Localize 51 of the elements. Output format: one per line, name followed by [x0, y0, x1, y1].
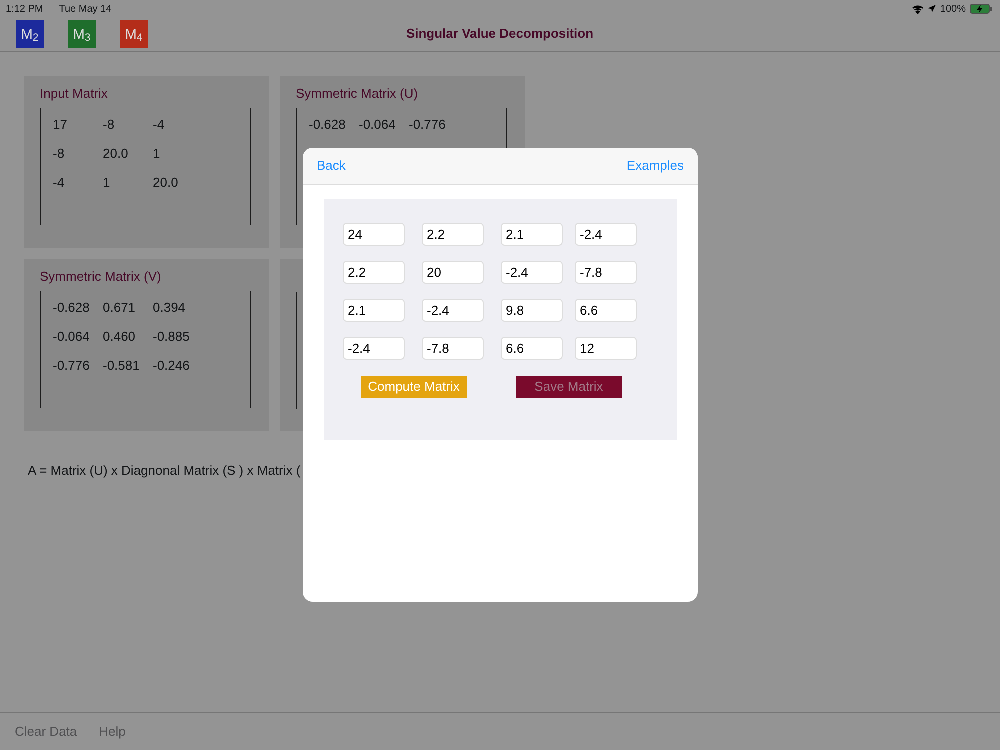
- matrix-value: -4: [153, 116, 166, 134]
- matrix-value: -0.776: [409, 116, 447, 134]
- matrix-size-button[interactable]: M$_{4}$: [120, 20, 148, 48]
- matrix-value: -4: [53, 174, 66, 192]
- matrix-value: 1: [153, 144, 162, 162]
- status-time: 1:12 PM: [6, 2, 44, 16]
- panel-title: Symmetric Matrix (V): [40, 268, 162, 286]
- matrix-value: -0.628: [53, 298, 91, 316]
- matrix-input-field[interactable]: 2.1: [501, 223, 563, 246]
- matrix-input-field[interactable]: 6.6: [501, 337, 563, 360]
- matrix-size-button[interactable]: M$_{2}$: [16, 20, 44, 48]
- location-arrow-icon: [928, 5, 936, 13]
- matrix-value: -0.776: [53, 356, 91, 374]
- matrix-input-field[interactable]: 6.6: [575, 299, 637, 322]
- matrix-input-field[interactable]: -7.8: [422, 337, 484, 360]
- matrix-input-field[interactable]: 9.8: [501, 299, 563, 322]
- app-title: Singular Value Decomposition: [406, 26, 594, 41]
- matrix-input-field[interactable]: 2.2: [343, 261, 405, 284]
- matrix-value: 17: [53, 116, 68, 134]
- matrix-input-field[interactable]: 2.1: [343, 299, 405, 322]
- formula-text: A = Matrix (U) x Diagnonal Matrix (S ) x Matrix (: [28, 462, 302, 480]
- matrix-value: -0.246: [153, 356, 191, 374]
- battery-charging-icon: [970, 4, 992, 14]
- matrix-value: -8: [103, 116, 116, 134]
- wifi-icon: [912, 4, 924, 14]
- matrix-input-field[interactable]: -2.4: [575, 223, 637, 246]
- panel-title: Symmetric Matrix (U): [296, 85, 420, 103]
- matrix-input-field[interactable]: -7.8: [575, 261, 637, 284]
- matrix-input-field[interactable]: -2.4: [422, 299, 484, 322]
- matrix-input-field[interactable]: 20: [422, 261, 484, 284]
- matrix-input-field[interactable]: 12: [575, 337, 637, 360]
- matrix-input-field[interactable]: -2.4: [501, 261, 563, 284]
- matrix-value: -0.064: [53, 328, 91, 346]
- matrix-value: -8: [53, 144, 66, 162]
- battery-percent: 100%: [940, 2, 966, 16]
- matrix-value: -0.885: [153, 328, 191, 346]
- matrix-input-field[interactable]: -2.4: [343, 337, 405, 360]
- matrix-value: 0.671: [103, 298, 137, 316]
- matrix-value: -0.628: [309, 116, 347, 134]
- matrix-value: -0.581: [103, 356, 141, 374]
- panel-title: Input Matrix: [40, 85, 109, 103]
- matrix-value: 20.0: [153, 174, 180, 192]
- matrix-input-field[interactable]: 24: [343, 223, 405, 246]
- matrix-value: 20.0: [103, 144, 130, 162]
- matrix-value: 0.460: [103, 328, 137, 346]
- matrix-input-field[interactable]: 2.2: [422, 223, 484, 246]
- matrix-value: 0.394: [153, 298, 187, 316]
- matrix-size-button[interactable]: M$_{3}$: [68, 20, 96, 48]
- matrix-value: 1: [103, 174, 112, 192]
- matrix-value: -0.064: [359, 116, 397, 134]
- status-date: Tue May 14: [59, 2, 112, 16]
